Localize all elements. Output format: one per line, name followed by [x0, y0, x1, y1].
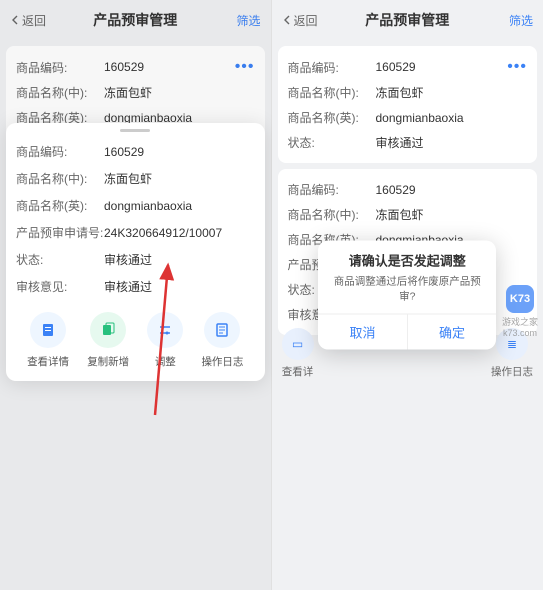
detail-sheet: 商品编码: 160529 商品名称(中): 冻面包虾 商品名称(英): dong…: [6, 123, 265, 381]
left-screen: 返回 产品预审管理 筛选 商品编码: 160529 ••• 商品名称(中): 冻…: [0, 0, 272, 590]
confirm-dialog: 请确认是否发起调整 商品调整通过后将作废原产品预审? 取消 确定: [318, 241, 496, 350]
watermark-logo: K73: [506, 285, 534, 313]
ok-button[interactable]: 确定: [408, 315, 497, 350]
watermark-sub: 游戏之家: [502, 315, 538, 328]
dialog-title: 请确认是否发起调整: [318, 241, 496, 274]
view-detail-button[interactable]: 查看详情: [27, 312, 69, 369]
field-value: dongmianbaoxia: [104, 199, 255, 213]
field-label: 商品名称(中):: [16, 170, 104, 187]
field-value: 24K320664912/10007: [104, 226, 255, 240]
field-label: 产品预审申请号:: [16, 224, 104, 241]
log-button[interactable]: 操作日志: [201, 312, 243, 369]
action-label: 复制新增: [87, 354, 129, 369]
copy-new-button[interactable]: 复制新增: [87, 312, 129, 369]
watermark: K73 游戏之家 k73.com: [502, 285, 538, 338]
field-value: 160529: [104, 145, 255, 159]
document-icon: [30, 312, 66, 348]
field-value: 审核通过: [104, 278, 255, 295]
action-row: 查看详情 复制新增 调整: [16, 312, 255, 369]
action-label: 操作日志: [201, 354, 243, 369]
sliders-icon: [147, 312, 183, 348]
field-value: 冻面包虾: [104, 170, 255, 187]
drag-handle[interactable]: [120, 129, 150, 132]
field-label: 商品编码:: [16, 143, 104, 160]
copy-icon: [90, 312, 126, 348]
dialog-message: 商品调整通过后将作废原产品预审?: [318, 274, 496, 314]
field-label: 商品名称(英):: [16, 197, 104, 214]
field-label: 审核意见:: [16, 278, 104, 295]
adjust-button[interactable]: 调整: [147, 312, 183, 369]
field-label: 状态:: [16, 251, 104, 268]
action-label: 调整: [155, 354, 176, 369]
log-icon: [204, 312, 240, 348]
watermark-site: k73.com: [503, 328, 537, 338]
action-label: 查看详情: [27, 354, 69, 369]
cancel-button[interactable]: 取消: [318, 315, 408, 350]
field-value: 审核通过: [104, 251, 255, 268]
